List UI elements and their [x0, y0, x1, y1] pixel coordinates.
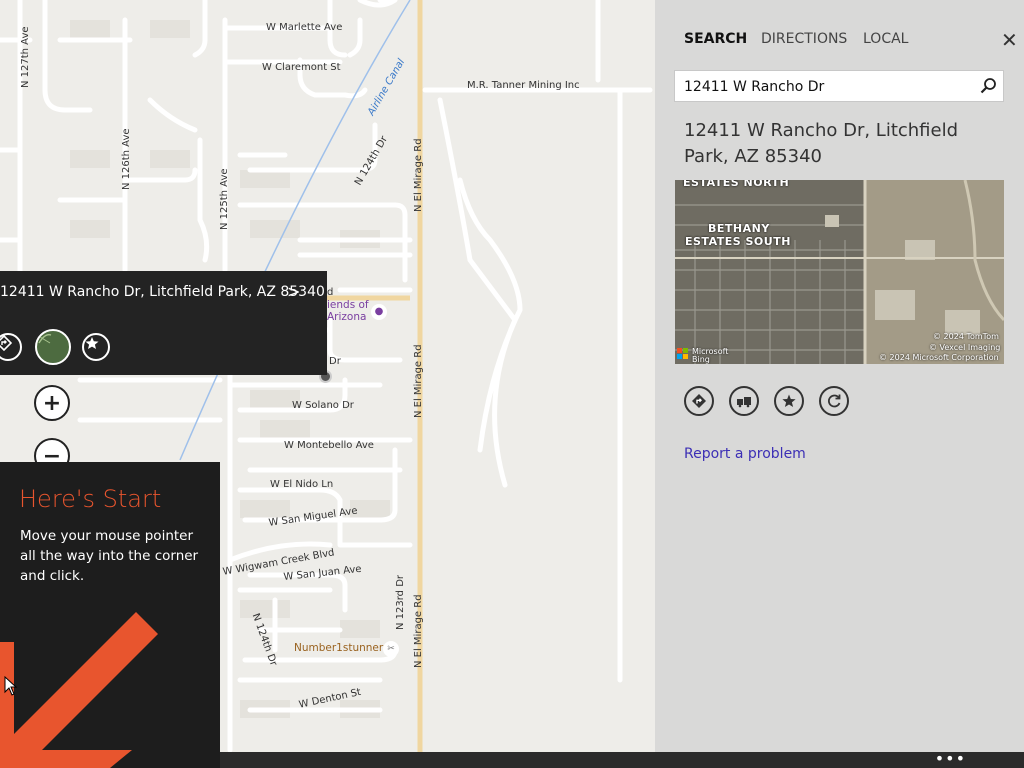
poi-label-friends-of-arizona[interactable]: iends of Arizona — [327, 299, 369, 323]
panel-directions-button[interactable] — [684, 386, 714, 416]
search-box[interactable] — [674, 70, 1004, 103]
aerial-label-estates-south: ESTATES SOUTH — [685, 235, 791, 248]
callout-directions-button[interactable] — [0, 333, 22, 361]
mouse-cursor-icon — [4, 676, 18, 696]
close-icon[interactable]: ✕ — [1001, 30, 1018, 50]
paw-icon[interactable]: ● — [371, 304, 387, 320]
zoom-in-button[interactable]: + — [34, 385, 70, 421]
more-options-icon[interactable]: ••• — [935, 751, 966, 767]
street-label-d: d — [327, 287, 334, 298]
tip-title: Here's Start — [19, 485, 162, 513]
street-label-n-126th-ave: N 126th Ave — [121, 128, 132, 190]
report-problem-link[interactable]: Report a problem — [684, 446, 806, 462]
favorite-icon — [782, 394, 796, 407]
search-icon[interactable] — [979, 77, 997, 95]
aerial-credit-vexcel: © Vexcel Imaging — [929, 343, 1001, 352]
aerial-view-icon — [38, 333, 52, 344]
street-label-n-el-mirage-rd-mid: N El Mirage Rd — [413, 344, 424, 418]
tab-search[interactable]: SEARCH — [684, 31, 747, 47]
street-label-w-marlette-ave: W Marlette Ave — [266, 22, 343, 33]
callout-aerial-button[interactable] — [35, 329, 71, 365]
favorite-icon — [85, 337, 99, 349]
callout-address[interactable]: 12411 W Rancho Dr, Litchfield Park, AZ 8… — [0, 284, 325, 300]
result-address: 12411 W Rancho Dr, Litchfield Park, AZ 8… — [684, 120, 959, 167]
directions-icon — [0, 335, 12, 351]
street-label-n-el-mirage-rd-south: N El Mirage Rd — [413, 594, 424, 668]
street-label-w-solano-dr: W Solano Dr — [292, 400, 354, 411]
arrow-down-left-icon — [0, 612, 158, 768]
directions-icon — [692, 394, 706, 408]
street-label-n-123rd-dr: N 123rd Dr — [395, 574, 406, 630]
app-bar[interactable]: ••• — [220, 751, 1024, 768]
aerial-credit-microsoft: © 2024 Microsoft Corporation — [879, 353, 999, 362]
street-label-n-125th-ave: N 125th Ave — [219, 168, 230, 230]
tip-body: Move your mouse pointer all the way into… — [20, 528, 199, 584]
scissors-icon[interactable]: ✂ — [383, 641, 399, 657]
chevron-right-icon[interactable]: > — [287, 282, 300, 301]
panel-favorite-button[interactable] — [774, 386, 804, 416]
tab-directions[interactable]: DIRECTIONS — [761, 31, 847, 47]
poi-label-mr-tanner-mining: M.R. Tanner Mining Inc — [467, 80, 580, 91]
callout-favorite-button[interactable] — [82, 333, 110, 361]
aerial-brand-bing: Bing — [692, 355, 710, 364]
traffic-icon — [737, 397, 751, 408]
search-input[interactable] — [675, 71, 976, 103]
search-panel: SEARCH DIRECTIONS LOCAL ✕ 12411 W Rancho… — [655, 0, 1024, 752]
tab-local[interactable]: LOCAL — [863, 31, 908, 47]
start-tip-overlay: Here's Start Move your mouse pointer all… — [0, 462, 220, 768]
street-label-dr: Dr — [329, 356, 341, 367]
aerial-credit-tomtom: © 2024 TomTom — [933, 332, 999, 341]
refresh-icon — [828, 394, 841, 408]
poi-label-number1stunner[interactable]: Number1stunner — [294, 642, 383, 654]
street-label-w-claremont-st: W Claremont St — [262, 62, 341, 73]
panel-refresh-button[interactable] — [819, 386, 849, 416]
street-label-w-montebello-ave: W Montebello Ave — [284, 440, 374, 451]
aerial-thumbnail[interactable]: ESTATES NORTH BETHANY ESTATES SOUTH Micr… — [675, 180, 1004, 364]
street-label-n-el-mirage-rd: N El Mirage Rd — [413, 138, 424, 212]
panel-traffic-button[interactable] — [729, 386, 759, 416]
street-label-w-el-nido-ln: W El Nido Ln — [270, 479, 334, 490]
microsoft-logo-icon — [677, 348, 689, 360]
aerial-label-estates-north: ESTATES NORTH — [683, 180, 790, 189]
location-callout[interactable]: 12411 W Rancho Dr, Litchfield Park, AZ 8… — [0, 271, 327, 375]
aerial-label-bethany: BETHANY — [708, 222, 770, 235]
street-label-n-127th-ave: N 127th Ave — [20, 26, 31, 88]
